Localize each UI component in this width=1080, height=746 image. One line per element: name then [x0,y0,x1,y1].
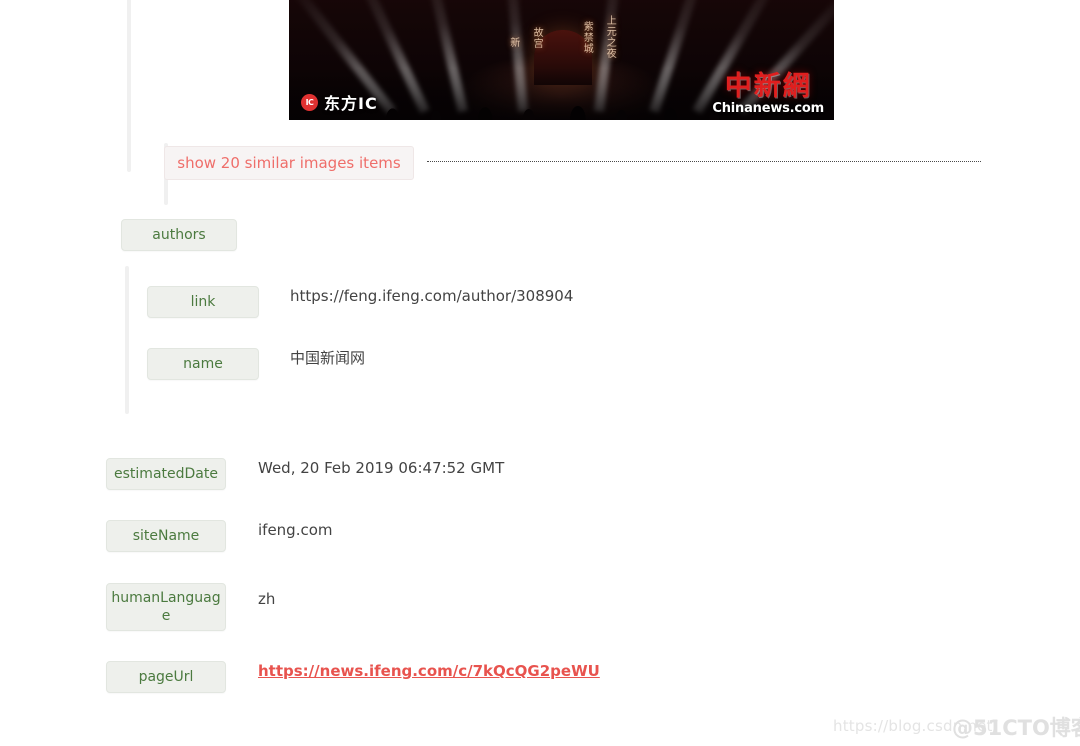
key-chip-estimateddate[interactable]: estimatedDate [106,458,226,490]
key-chip-humanlanguage[interactable]: humanLanguage [106,583,226,631]
image-overlay-text-4: 上元之夜 [606,16,617,60]
key-chip-name[interactable]: name [147,348,259,380]
key-chip-link[interactable]: link [147,286,259,318]
chinanews-logo-en: Chinanews.com [712,101,824,116]
field-row-site-name: siteName ifeng.com [106,520,333,552]
field-row-authors: authors [121,219,237,251]
field-row-author-name: name 中国新闻网 [147,348,365,380]
value-site-name: ifeng.com [258,521,333,539]
image-overlay-text-2: 故宫 [533,28,544,50]
image-overlay-text-1: 新 [510,38,521,49]
value-page-url-link[interactable]: https://news.ifeng.com/c/7kQcQG2peWU [258,661,600,681]
key-chip-sitename[interactable]: siteName [106,520,226,552]
key-chip-pageurl[interactable]: pageUrl [106,661,226,693]
chinanews-logo-zh: 中新網 [724,71,812,102]
tree-guide-line-outer [127,0,131,172]
ic-badge-icon: IC [301,93,318,111]
value-author-link: https://feng.ifeng.com/author/308904 [290,287,574,305]
tree-guide-line-authors [125,266,129,414]
image-overlay-text-3: 紫禁城 [583,22,594,55]
chinanews-logo: 中新網 Chinanews.com [712,72,824,116]
similar-image-thumbnail[interactable]: 新 故宫 紫禁城 上元之夜 IC 东方IC 中新網 Chinanews.com [289,0,834,120]
field-row-author-link: link https://feng.ifeng.com/author/30890… [147,286,573,318]
field-row-page-url: pageUrl https://news.ifeng.com/c/7kQcQG2… [106,661,600,693]
json-tree-viewer: 新 故宫 紫禁城 上元之夜 IC 东方IC 中新網 Chinanews.com … [0,0,1080,746]
key-chip-authors[interactable]: authors [121,219,237,251]
value-estimated-date: Wed, 20 Feb 2019 06:47:52 GMT [258,459,505,477]
value-human-language: zh [258,590,276,608]
51cto-watermark: @51CTO博客 [952,716,1080,740]
show-similar-images-button[interactable]: show 20 similar images items [164,146,414,180]
field-row-human-language: humanLanguage zh [106,583,275,631]
value-author-name: 中国新闻网 [290,349,366,367]
thumbnail-scene: 新 故宫 紫禁城 上元之夜 IC 东方IC 中新網 Chinanews.com [289,0,834,120]
ic-watermark-label: 东方IC [324,94,378,113]
field-row-estimated-date: estimatedDate Wed, 20 Feb 2019 06:47:52 … [106,458,504,490]
section-divider [427,161,981,162]
dongfang-ic-watermark: IC 东方IC [301,90,378,114]
